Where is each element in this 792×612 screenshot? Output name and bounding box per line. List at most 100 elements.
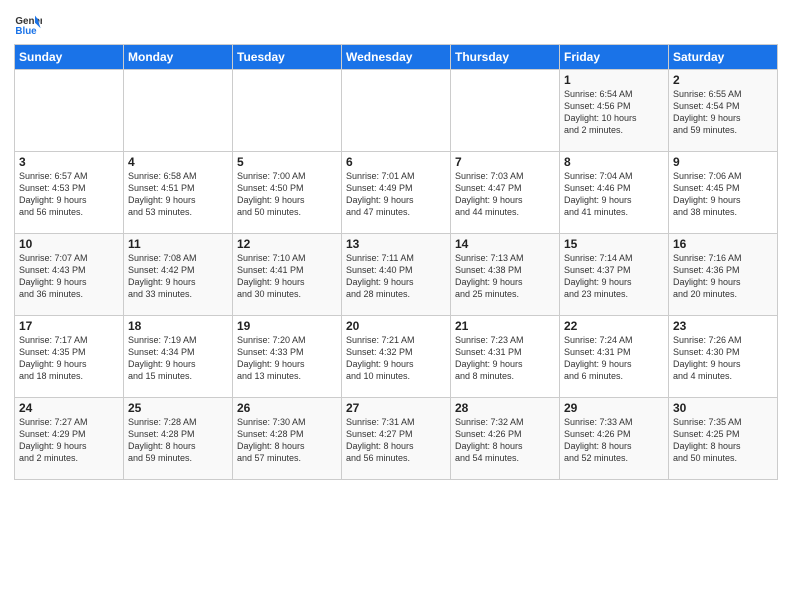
week-row-4: 17Sunrise: 7:17 AM Sunset: 4:35 PM Dayli…	[15, 316, 778, 398]
day-cell: 4Sunrise: 6:58 AM Sunset: 4:51 PM Daylig…	[124, 152, 233, 234]
day-cell: 2Sunrise: 6:55 AM Sunset: 4:54 PM Daylig…	[669, 70, 778, 152]
logo-icon: General Blue	[14, 10, 42, 38]
day-cell	[233, 70, 342, 152]
day-cell: 13Sunrise: 7:11 AM Sunset: 4:40 PM Dayli…	[342, 234, 451, 316]
day-info: Sunrise: 6:58 AM Sunset: 4:51 PM Dayligh…	[128, 170, 228, 219]
day-number: 24	[19, 401, 119, 415]
day-number: 16	[673, 237, 773, 251]
day-cell: 14Sunrise: 7:13 AM Sunset: 4:38 PM Dayli…	[451, 234, 560, 316]
week-row-5: 24Sunrise: 7:27 AM Sunset: 4:29 PM Dayli…	[15, 398, 778, 480]
day-cell: 16Sunrise: 7:16 AM Sunset: 4:36 PM Dayli…	[669, 234, 778, 316]
day-number: 19	[237, 319, 337, 333]
day-cell: 27Sunrise: 7:31 AM Sunset: 4:27 PM Dayli…	[342, 398, 451, 480]
header-row: SundayMondayTuesdayWednesdayThursdayFrid…	[15, 45, 778, 70]
day-number: 6	[346, 155, 446, 169]
day-number: 22	[564, 319, 664, 333]
day-cell: 24Sunrise: 7:27 AM Sunset: 4:29 PM Dayli…	[15, 398, 124, 480]
day-info: Sunrise: 7:07 AM Sunset: 4:43 PM Dayligh…	[19, 252, 119, 301]
day-number: 28	[455, 401, 555, 415]
day-info: Sunrise: 7:32 AM Sunset: 4:26 PM Dayligh…	[455, 416, 555, 465]
day-info: Sunrise: 7:04 AM Sunset: 4:46 PM Dayligh…	[564, 170, 664, 219]
day-cell	[15, 70, 124, 152]
day-header-wednesday: Wednesday	[342, 45, 451, 70]
day-header-monday: Monday	[124, 45, 233, 70]
day-cell: 15Sunrise: 7:14 AM Sunset: 4:37 PM Dayli…	[560, 234, 669, 316]
calendar: SundayMondayTuesdayWednesdayThursdayFrid…	[14, 44, 778, 480]
day-number: 2	[673, 73, 773, 87]
day-info: Sunrise: 7:10 AM Sunset: 4:41 PM Dayligh…	[237, 252, 337, 301]
day-cell: 5Sunrise: 7:00 AM Sunset: 4:50 PM Daylig…	[233, 152, 342, 234]
day-cell: 19Sunrise: 7:20 AM Sunset: 4:33 PM Dayli…	[233, 316, 342, 398]
day-info: Sunrise: 7:20 AM Sunset: 4:33 PM Dayligh…	[237, 334, 337, 383]
day-number: 18	[128, 319, 228, 333]
day-info: Sunrise: 7:03 AM Sunset: 4:47 PM Dayligh…	[455, 170, 555, 219]
day-number: 20	[346, 319, 446, 333]
day-info: Sunrise: 7:27 AM Sunset: 4:29 PM Dayligh…	[19, 416, 119, 465]
day-cell: 18Sunrise: 7:19 AM Sunset: 4:34 PM Dayli…	[124, 316, 233, 398]
day-info: Sunrise: 7:11 AM Sunset: 4:40 PM Dayligh…	[346, 252, 446, 301]
day-cell: 22Sunrise: 7:24 AM Sunset: 4:31 PM Dayli…	[560, 316, 669, 398]
day-cell: 9Sunrise: 7:06 AM Sunset: 4:45 PM Daylig…	[669, 152, 778, 234]
day-number: 21	[455, 319, 555, 333]
svg-text:Blue: Blue	[15, 26, 37, 37]
day-info: Sunrise: 6:54 AM Sunset: 4:56 PM Dayligh…	[564, 88, 664, 137]
page-container: General Blue SundayMondayTuesdayWednesda…	[0, 0, 792, 486]
day-number: 17	[19, 319, 119, 333]
day-cell: 11Sunrise: 7:08 AM Sunset: 4:42 PM Dayli…	[124, 234, 233, 316]
day-info: Sunrise: 7:30 AM Sunset: 4:28 PM Dayligh…	[237, 416, 337, 465]
day-cell: 1Sunrise: 6:54 AM Sunset: 4:56 PM Daylig…	[560, 70, 669, 152]
day-cell: 26Sunrise: 7:30 AM Sunset: 4:28 PM Dayli…	[233, 398, 342, 480]
day-number: 29	[564, 401, 664, 415]
day-number: 3	[19, 155, 119, 169]
day-header-friday: Friday	[560, 45, 669, 70]
week-row-2: 3Sunrise: 6:57 AM Sunset: 4:53 PM Daylig…	[15, 152, 778, 234]
day-header-tuesday: Tuesday	[233, 45, 342, 70]
day-cell: 29Sunrise: 7:33 AM Sunset: 4:26 PM Dayli…	[560, 398, 669, 480]
day-number: 10	[19, 237, 119, 251]
day-number: 30	[673, 401, 773, 415]
day-info: Sunrise: 7:13 AM Sunset: 4:38 PM Dayligh…	[455, 252, 555, 301]
day-number: 26	[237, 401, 337, 415]
day-info: Sunrise: 6:57 AM Sunset: 4:53 PM Dayligh…	[19, 170, 119, 219]
day-cell: 6Sunrise: 7:01 AM Sunset: 4:49 PM Daylig…	[342, 152, 451, 234]
day-cell: 3Sunrise: 6:57 AM Sunset: 4:53 PM Daylig…	[15, 152, 124, 234]
day-number: 4	[128, 155, 228, 169]
day-number: 14	[455, 237, 555, 251]
day-number: 25	[128, 401, 228, 415]
day-number: 9	[673, 155, 773, 169]
day-cell: 21Sunrise: 7:23 AM Sunset: 4:31 PM Dayli…	[451, 316, 560, 398]
day-number: 1	[564, 73, 664, 87]
header: General Blue	[14, 10, 778, 38]
day-info: Sunrise: 7:06 AM Sunset: 4:45 PM Dayligh…	[673, 170, 773, 219]
day-cell: 30Sunrise: 7:35 AM Sunset: 4:25 PM Dayli…	[669, 398, 778, 480]
day-info: Sunrise: 7:14 AM Sunset: 4:37 PM Dayligh…	[564, 252, 664, 301]
week-row-1: 1Sunrise: 6:54 AM Sunset: 4:56 PM Daylig…	[15, 70, 778, 152]
day-number: 15	[564, 237, 664, 251]
day-info: Sunrise: 7:08 AM Sunset: 4:42 PM Dayligh…	[128, 252, 228, 301]
day-cell: 8Sunrise: 7:04 AM Sunset: 4:46 PM Daylig…	[560, 152, 669, 234]
day-number: 12	[237, 237, 337, 251]
day-info: Sunrise: 7:17 AM Sunset: 4:35 PM Dayligh…	[19, 334, 119, 383]
day-cell	[451, 70, 560, 152]
day-number: 13	[346, 237, 446, 251]
week-row-3: 10Sunrise: 7:07 AM Sunset: 4:43 PM Dayli…	[15, 234, 778, 316]
day-number: 23	[673, 319, 773, 333]
day-cell: 10Sunrise: 7:07 AM Sunset: 4:43 PM Dayli…	[15, 234, 124, 316]
day-info: Sunrise: 7:26 AM Sunset: 4:30 PM Dayligh…	[673, 334, 773, 383]
day-info: Sunrise: 7:23 AM Sunset: 4:31 PM Dayligh…	[455, 334, 555, 383]
day-info: Sunrise: 7:19 AM Sunset: 4:34 PM Dayligh…	[128, 334, 228, 383]
day-info: Sunrise: 7:00 AM Sunset: 4:50 PM Dayligh…	[237, 170, 337, 219]
day-info: Sunrise: 7:31 AM Sunset: 4:27 PM Dayligh…	[346, 416, 446, 465]
calendar-header: SundayMondayTuesdayWednesdayThursdayFrid…	[15, 45, 778, 70]
day-cell: 7Sunrise: 7:03 AM Sunset: 4:47 PM Daylig…	[451, 152, 560, 234]
day-number: 11	[128, 237, 228, 251]
calendar-body: 1Sunrise: 6:54 AM Sunset: 4:56 PM Daylig…	[15, 70, 778, 480]
day-cell: 17Sunrise: 7:17 AM Sunset: 4:35 PM Dayli…	[15, 316, 124, 398]
day-cell: 28Sunrise: 7:32 AM Sunset: 4:26 PM Dayli…	[451, 398, 560, 480]
day-info: Sunrise: 6:55 AM Sunset: 4:54 PM Dayligh…	[673, 88, 773, 137]
day-info: Sunrise: 7:35 AM Sunset: 4:25 PM Dayligh…	[673, 416, 773, 465]
day-number: 7	[455, 155, 555, 169]
day-number: 5	[237, 155, 337, 169]
day-number: 27	[346, 401, 446, 415]
day-number: 8	[564, 155, 664, 169]
